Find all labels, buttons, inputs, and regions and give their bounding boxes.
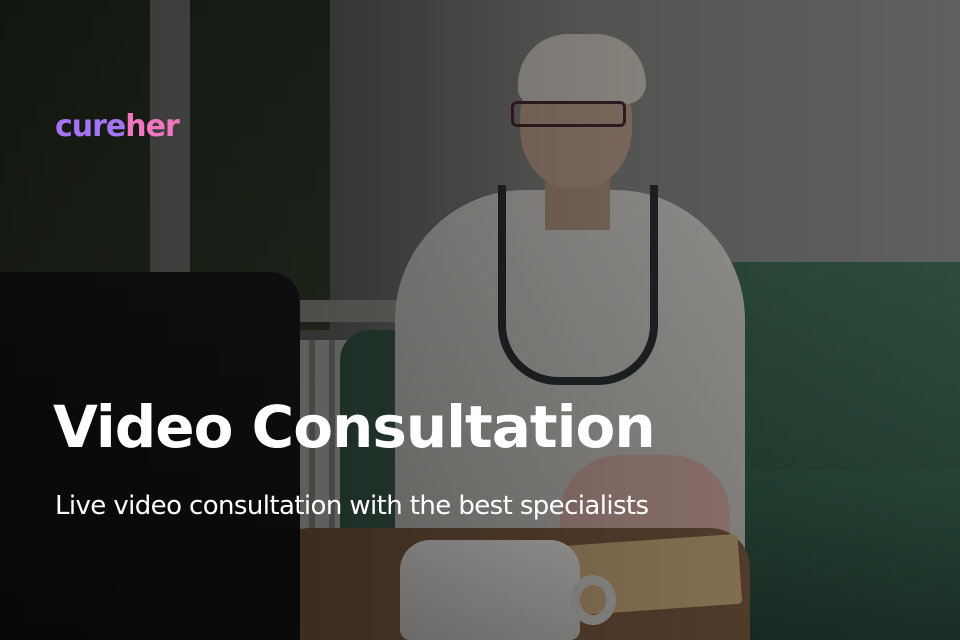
logo-text-her: her — [125, 109, 179, 144]
logo-text-cure: cure — [55, 109, 126, 144]
brand-logo[interactable]: cureher — [55, 109, 180, 144]
hero-title: Video Consultation — [53, 393, 656, 461]
hero-subtitle: Live video consultation with the best sp… — [55, 491, 649, 521]
hero-banner: cureher Video Consultation Live video co… — [0, 0, 960, 640]
dark-overlay — [0, 0, 960, 640]
